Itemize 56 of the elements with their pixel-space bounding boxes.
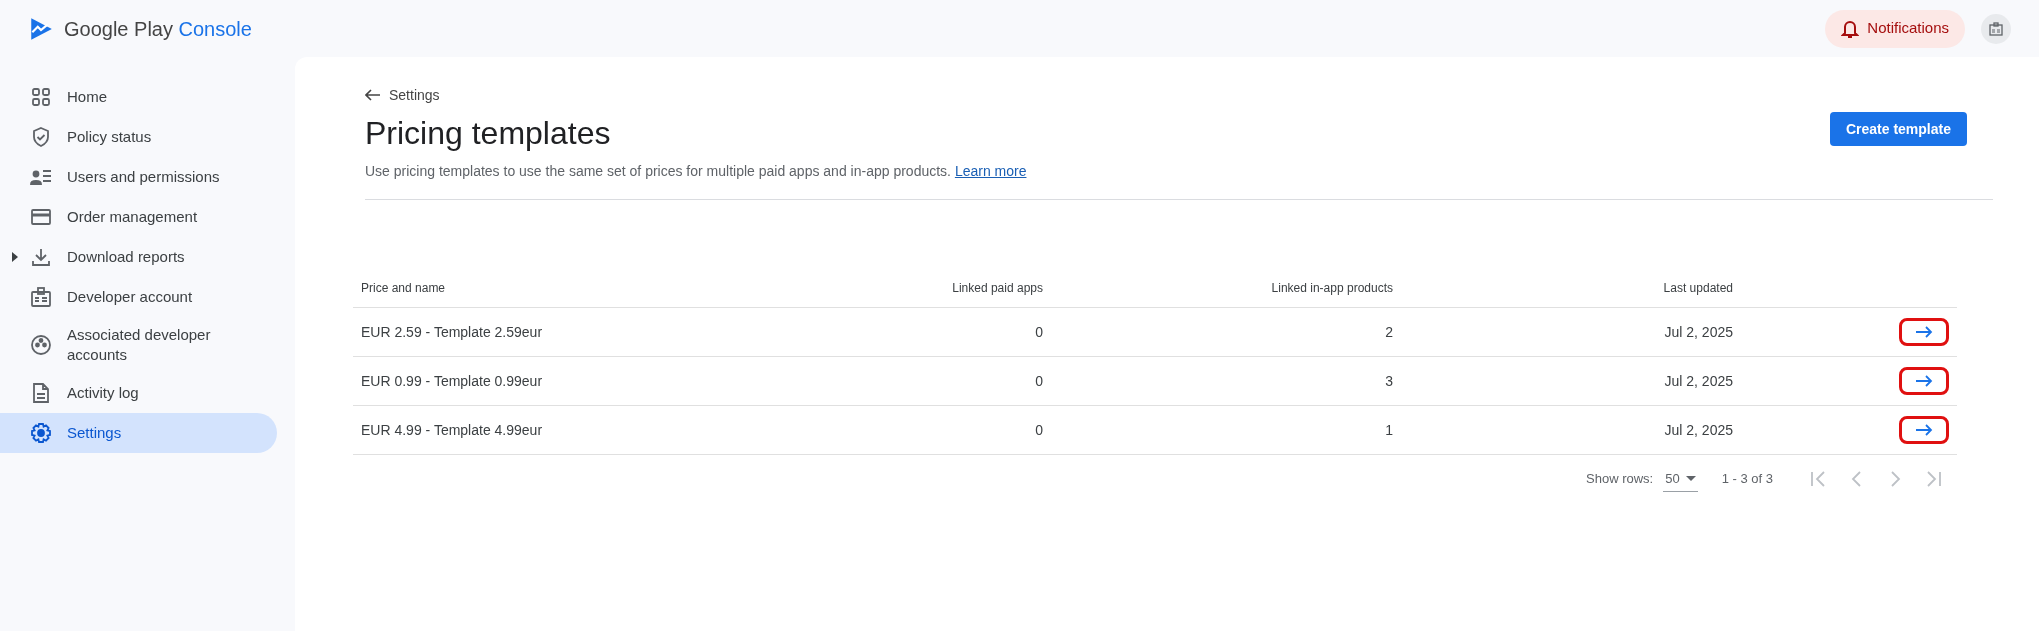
column-header: Price and name — [361, 280, 446, 295]
table-cell: 0 — [1035, 323, 1043, 340]
create-template-button[interactable]: Create template — [1829, 112, 1967, 146]
sidebar-item[interactable]: Associated developer accounts — [0, 317, 277, 373]
column-header: Linked in-app products — [1271, 280, 1393, 295]
open-row-button[interactable] — [1899, 416, 1949, 444]
sidebar-item[interactable]: Home — [0, 77, 277, 117]
table-cell: EUR 2.59 - Template 2.59eur — [361, 323, 543, 340]
table-cell: 2 — [1385, 323, 1393, 340]
credit-card-icon — [30, 206, 52, 228]
page-title: Pricing templates — [365, 114, 612, 153]
column-header: Last updated — [1663, 280, 1733, 295]
settings-icon — [30, 422, 52, 444]
open-row-button[interactable] — [1899, 367, 1949, 395]
sidebar-item[interactable]: Order management — [0, 197, 277, 237]
table-cell: Jul 2, 2025 — [1664, 421, 1733, 438]
column-header: Linked paid apps — [952, 280, 1043, 295]
table-cell: 0 — [1035, 421, 1043, 438]
back-arrow-icon — [365, 89, 381, 101]
shield-icon — [30, 126, 52, 148]
account-button[interactable] — [1981, 13, 2011, 44]
sidebar-item[interactable]: Users and permissions — [0, 157, 277, 197]
open-row-button[interactable] — [1899, 318, 1949, 346]
sidebar-item[interactable]: Activity log — [0, 373, 277, 413]
notifications-button[interactable]: Notifications — [1825, 9, 1965, 48]
download-icon — [30, 246, 52, 268]
expand-caret-icon[interactable] — [12, 252, 18, 262]
arrow-right-icon — [1915, 326, 1933, 338]
bell-icon — [1841, 18, 1860, 39]
sidebar-item[interactable]: Policy status — [0, 117, 277, 157]
rows-per-page-dropdown[interactable]: 50 — [1663, 466, 1698, 492]
sidebar-item[interactable]: Developer account — [0, 277, 277, 317]
back-link[interactable]: Settings — [365, 85, 1830, 105]
grid-icon — [30, 86, 52, 108]
table-cell: 3 — [1385, 372, 1393, 389]
table-cell: 0 — [1035, 372, 1043, 389]
page-range: 1 - 3 of 3 — [1721, 470, 1773, 489]
table-cell: EUR 4.99 - Template 4.99eur — [361, 421, 543, 438]
caret-icon — [1685, 475, 1696, 482]
arrow-right-icon — [1915, 375, 1933, 387]
sidebar-item[interactable]: Settings — [0, 413, 277, 453]
table-cell: EUR 0.99 - Template 0.99eur — [361, 372, 543, 389]
id-badge-icon — [30, 286, 52, 308]
sidebar-item[interactable]: Download reports — [0, 237, 277, 277]
circle-dots-icon — [30, 334, 52, 356]
document-icon — [30, 382, 52, 404]
app-logo-text: Google Play Console — [64, 16, 252, 42]
page-description: Use pricing templates to use the same set of prices for multiple paid apps and in-app products. Learn more — [365, 162, 1028, 181]
table-cell: Jul 2, 2025 — [1664, 323, 1733, 340]
table-cell: 1 — [1385, 421, 1393, 438]
show-rows-label: Show rows: — [1586, 470, 1654, 489]
id-card-icon — [1989, 21, 2003, 36]
learn-more-link[interactable]: Learn more — [954, 163, 1027, 179]
play-logo-icon — [28, 15, 54, 42]
table-cell: Jul 2, 2025 — [1664, 372, 1733, 389]
arrow-right-icon — [1915, 424, 1933, 436]
